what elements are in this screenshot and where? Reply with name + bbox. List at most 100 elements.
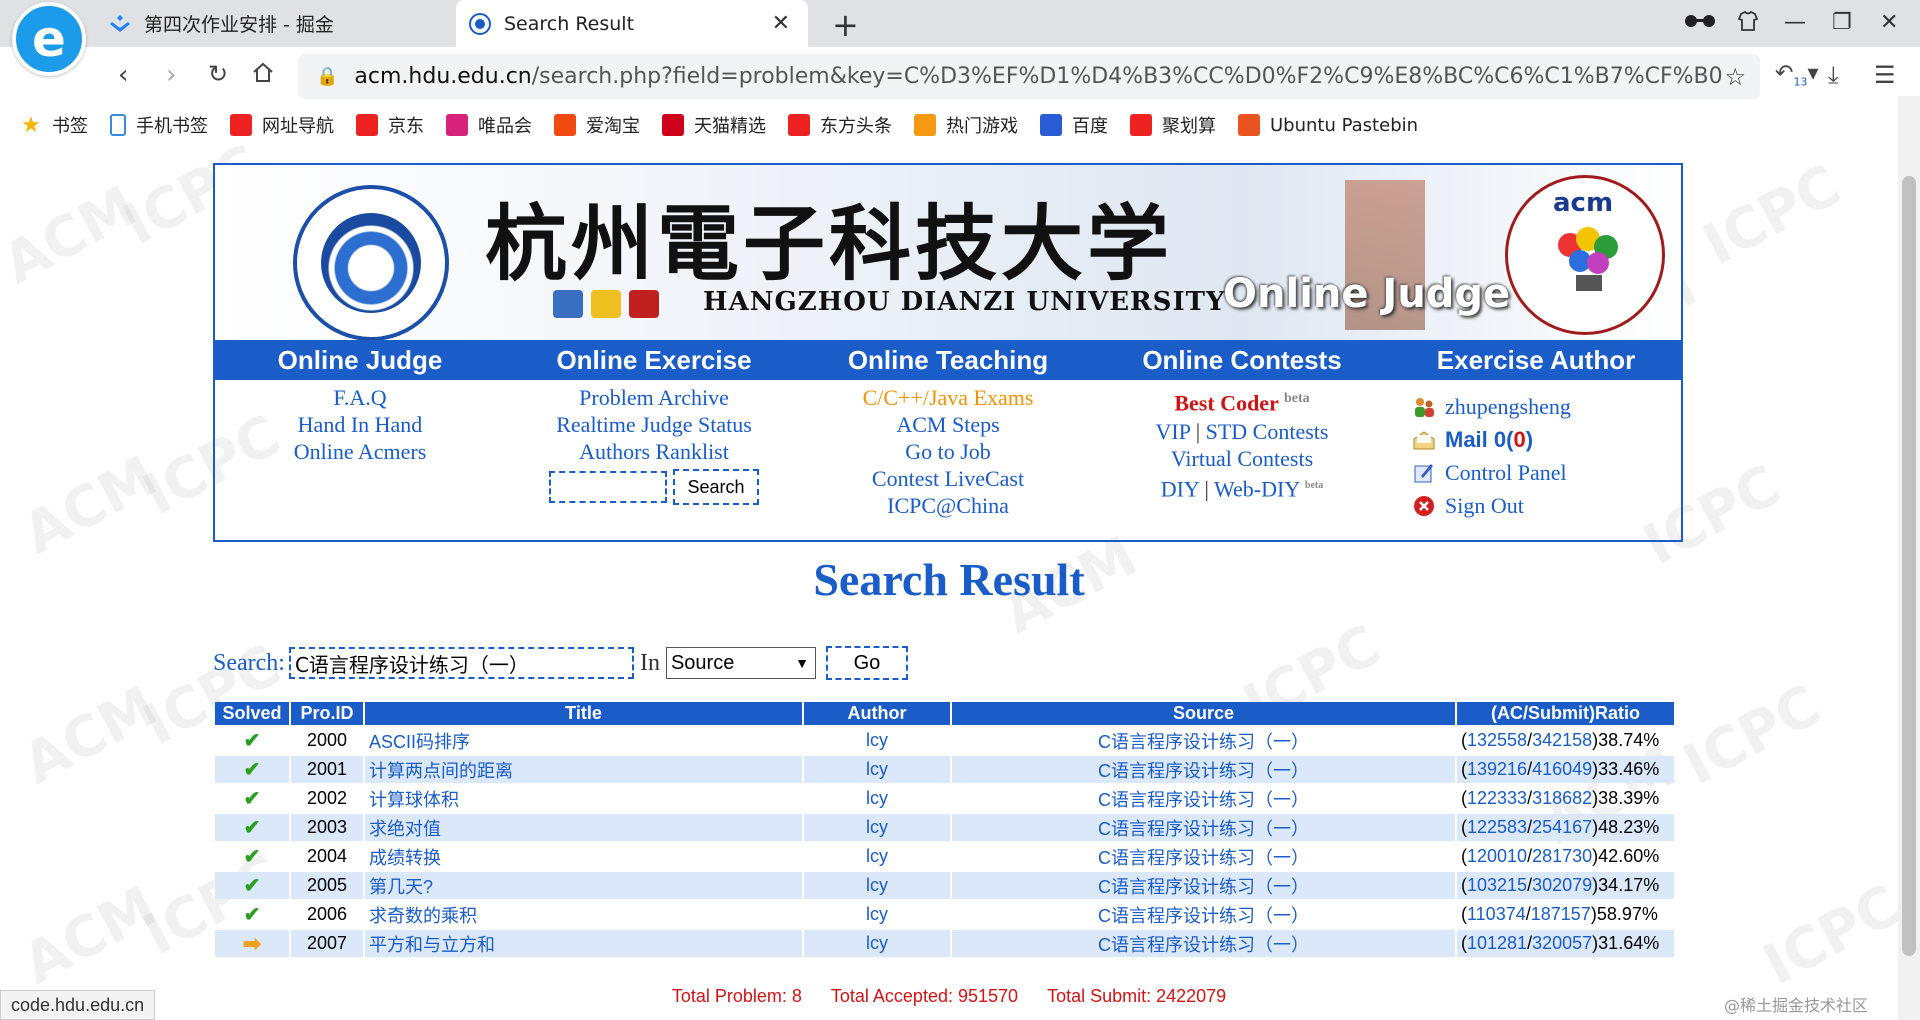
author-link[interactable]: lcy — [804, 930, 950, 957]
problem-title-link[interactable]: 第几天? — [365, 872, 802, 899]
tab-search-result[interactable]: Search Result ✕ — [456, 0, 808, 47]
problem-title-link[interactable]: 计算球体积 — [365, 785, 802, 812]
author-link[interactable]: lcy — [804, 872, 950, 899]
bookmark-item[interactable]: 爱淘宝 — [554, 112, 640, 138]
problem-title-link[interactable]: ASCII码排序 — [365, 727, 802, 754]
back-icon[interactable]: ‹ — [118, 60, 128, 90]
bookmark-item[interactable]: 天猫精选 — [662, 112, 766, 138]
source-link[interactable]: C语言程序设计练习（一） — [952, 872, 1455, 899]
author-link[interactable]: lcy — [804, 901, 950, 928]
nav-heading[interactable]: Online Teaching — [803, 340, 1093, 380]
link-best-coder[interactable]: Best Coder beta — [1097, 384, 1387, 418]
forward-icon[interactable]: › — [166, 60, 176, 90]
problem-title-link[interactable]: 计算两点间的距离 — [365, 756, 802, 783]
bookmark-item[interactable]: 热门游戏 — [914, 112, 1018, 138]
browser-logo-icon[interactable]: e — [12, 2, 86, 76]
nav-heading[interactable]: Online Exercise — [509, 340, 799, 380]
bookmark-item[interactable]: 京东 — [356, 112, 424, 138]
link-authors-ranklist[interactable]: Authors Ranklist — [509, 438, 799, 465]
submit-link[interactable]: 254167 — [1532, 817, 1592, 837]
home-icon[interactable] — [252, 60, 274, 90]
author-link[interactable]: lcy — [804, 785, 950, 812]
history-icon[interactable]: ↶13▾ — [1775, 61, 1818, 88]
tab-juejin[interactable]: 第四次作业安排 - 掘金 — [98, 0, 448, 47]
reload-icon[interactable]: ↻ — [208, 60, 228, 88]
problem-title-link[interactable]: 求绝对值 — [365, 814, 802, 841]
source-link[interactable]: C语言程序设计练习（一） — [952, 901, 1455, 928]
url-input[interactable]: 🔒 acm.hdu.edu.cn /search.php?field=probl… — [298, 54, 1760, 99]
sign-out-link[interactable]: Sign Out — [1445, 493, 1524, 519]
mail-link[interactable]: Mail 0(0) — [1445, 427, 1533, 453]
problem-search-button[interactable]: Search — [673, 469, 759, 505]
link-exams[interactable]: C/C++/Java Exams — [803, 384, 1093, 411]
author-link[interactable]: lcy — [804, 727, 950, 754]
ac-link[interactable]: 122583 — [1467, 817, 1527, 837]
link-web-diy[interactable]: Web-DIY — [1214, 477, 1299, 502]
link-realtime-status[interactable]: Realtime Judge Status — [509, 411, 799, 438]
search-input[interactable]: C语言程序设计练习（一） — [288, 647, 634, 679]
sign-out-row[interactable]: Sign Out — [1391, 489, 1681, 522]
bookmark-item[interactable]: 网址导航 — [230, 112, 334, 138]
restore-icon[interactable]: ❐ — [1832, 10, 1852, 35]
source-link[interactable]: C语言程序设计练习（一） — [952, 756, 1455, 783]
ac-link[interactable]: 122333 — [1467, 788, 1527, 808]
ac-link[interactable]: 110374 — [1467, 904, 1526, 924]
link-go-to-job[interactable]: Go to Job — [803, 438, 1093, 465]
go-button[interactable]: Go — [825, 646, 908, 680]
link-acm-steps[interactable]: ACM Steps — [803, 411, 1093, 438]
incognito-icon[interactable] — [1683, 10, 1717, 35]
ac-link[interactable]: 132558 — [1467, 730, 1527, 750]
link-virtual-contests[interactable]: Virtual Contests — [1097, 445, 1387, 472]
username-link[interactable]: zhupengsheng — [1445, 394, 1571, 420]
author-link[interactable]: lcy — [804, 756, 950, 783]
ac-link[interactable]: 103215 — [1467, 875, 1527, 895]
bookmark-item[interactable]: ★ 书签 — [20, 112, 88, 138]
nav-heading[interactable]: Online Judge — [215, 340, 505, 380]
link-icpc-china[interactable]: ICPC@China — [803, 492, 1093, 519]
bookmark-item[interactable]: 聚划算 — [1130, 112, 1216, 138]
problem-title-link[interactable]: 求奇数的乘积 — [365, 901, 802, 928]
bookmark-item[interactable]: 唯品会 — [446, 112, 532, 138]
download-icon[interactable]: ⤓ — [1828, 61, 1839, 89]
control-panel-row[interactable]: Control Panel — [1391, 456, 1681, 489]
link-faq[interactable]: F.A.Q — [215, 384, 505, 411]
ac-link[interactable]: 101281 — [1467, 933, 1527, 953]
close-window-icon[interactable]: ✕ — [1880, 10, 1898, 35]
problem-search-input[interactable] — [549, 471, 668, 503]
source-link[interactable]: C语言程序设计练习（一） — [952, 727, 1455, 754]
mail-row[interactable]: Mail 0(0) — [1391, 423, 1681, 456]
scrollbar-thumb[interactable] — [1902, 176, 1916, 956]
link-hand-in-hand[interactable]: Hand In Hand — [215, 411, 505, 438]
submit-link[interactable]: 187157 — [1531, 904, 1591, 924]
minimize-icon[interactable]: — — [1784, 10, 1806, 35]
bookmark-item[interactable]: 手机书签 — [110, 112, 208, 138]
problem-title-link[interactable]: 成绩转换 — [365, 843, 802, 870]
submit-link[interactable]: 281730 — [1532, 846, 1592, 866]
link-contest-livecast[interactable]: Contest LiveCast — [803, 465, 1093, 492]
bookmark-item[interactable]: Ubuntu Pastebin — [1238, 114, 1418, 136]
author-link[interactable]: lcy — [804, 814, 950, 841]
menu-icon[interactable]: ☰ — [1874, 61, 1896, 89]
bookmark-item[interactable]: 东方头条 — [788, 112, 892, 138]
link-online-acmers[interactable]: Online Acmers — [215, 438, 505, 465]
source-link[interactable]: C语言程序设计练习（一） — [952, 785, 1455, 812]
ac-link[interactable]: 139216 — [1467, 759, 1527, 779]
link-std-contests[interactable]: STD Contests — [1206, 419, 1329, 444]
nav-heading[interactable]: Exercise Author — [1391, 340, 1681, 380]
source-link[interactable]: C语言程序设计练习（一） — [952, 930, 1455, 957]
link-problem-archive[interactable]: Problem Archive — [509, 384, 799, 411]
bookmark-item[interactable]: 百度 — [1040, 112, 1108, 138]
author-link[interactable]: lcy — [804, 843, 950, 870]
control-panel-link[interactable]: Control Panel — [1445, 460, 1567, 486]
ac-link[interactable]: 120010 — [1467, 846, 1527, 866]
link-diy[interactable]: DIY — [1161, 477, 1199, 502]
author-user-row[interactable]: zhupengsheng — [1391, 390, 1681, 423]
source-link[interactable]: C语言程序设计练习（一） — [952, 814, 1455, 841]
close-tab-icon[interactable]: ✕ — [772, 11, 790, 36]
search-field-select[interactable]: Source ▼ — [665, 647, 816, 679]
source-link[interactable]: C语言程序设计练习（一） — [952, 843, 1455, 870]
bookmark-star-icon[interactable]: ☆ — [1724, 63, 1746, 91]
new-tab-button[interactable]: + — [832, 6, 859, 44]
link-vip[interactable]: VIP — [1156, 419, 1191, 444]
nav-heading[interactable]: Online Contests — [1097, 340, 1387, 380]
